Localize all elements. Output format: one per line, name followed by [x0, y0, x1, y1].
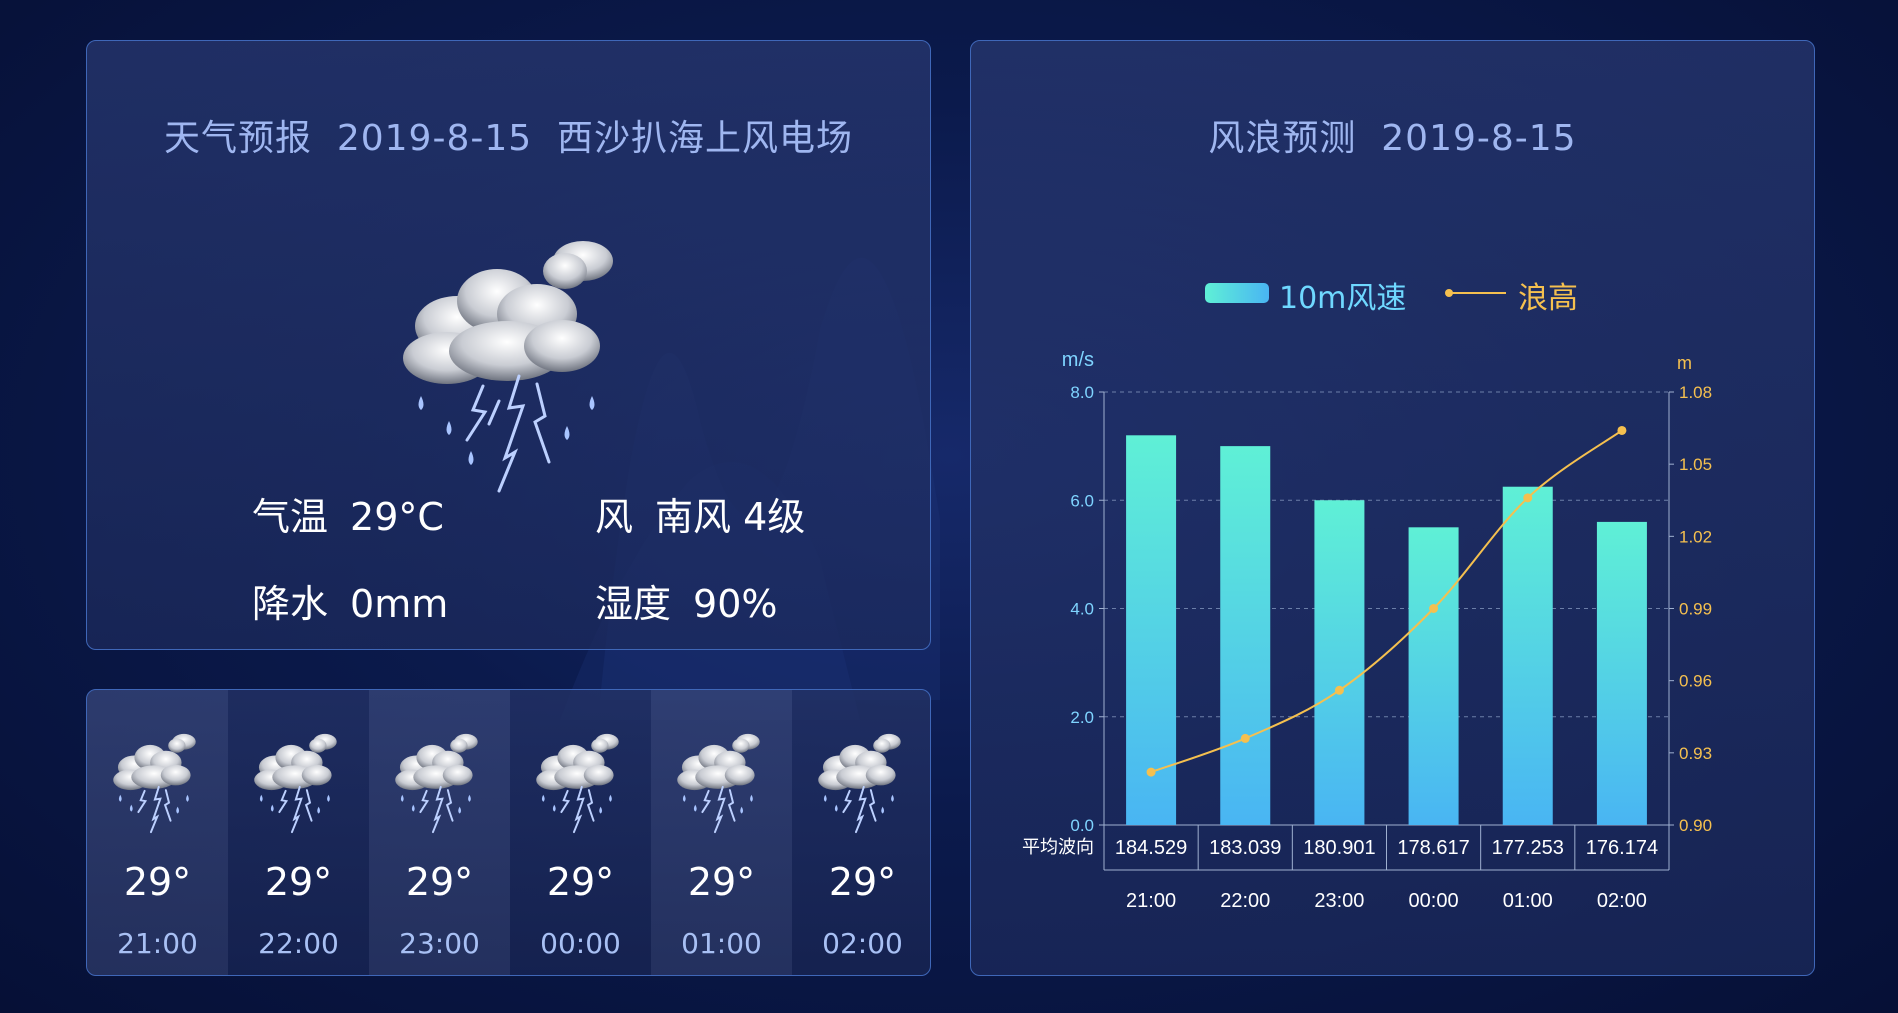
wind-speed-bar — [1596, 521, 1647, 825]
wind-wave-panel: 风浪预测 2019-8-15 10m风速 浪高 0.0 2.0 4.0 6.0 8.0 0… — [970, 40, 1815, 976]
x-tick-label: 22:00 — [1220, 890, 1270, 912]
y-right-tick-label: 0.93 — [1679, 744, 1712, 763]
wind-speed-bar — [1502, 486, 1553, 825]
precipitation-value: 0mm — [350, 582, 449, 626]
temperature-value: 29°C — [350, 495, 444, 539]
table-cell-value: 184.529 — [1115, 837, 1187, 859]
y-left-tick-label: 8.0 — [1070, 383, 1094, 402]
wave-height-point — [1429, 604, 1439, 613]
weather-panel: 天气预报 2019-8-15 西沙扒海上风电场 气温 29°C 风 南风 4级 … — [86, 40, 931, 650]
y-left-unit: m/s — [1062, 349, 1094, 371]
x-tick-label: 00:00 — [1409, 890, 1459, 912]
thunderstorm-icon — [112, 732, 197, 834]
wave-height-point — [1334, 685, 1344, 695]
weather-title: 天气预报 2019-8-15 西沙扒海上风电场 — [163, 118, 854, 159]
hourly-temp: 29° — [405, 860, 474, 904]
wave-height-point — [1146, 767, 1156, 777]
thunderstorm-icon — [676, 732, 761, 834]
y-right-unit: m — [1677, 353, 1692, 373]
wind-speed-bar — [1220, 446, 1271, 825]
hourly-item: 29° 00:00 — [510, 690, 651, 975]
hourly-temp: 29° — [264, 860, 333, 904]
thunderstorm-icon — [817, 732, 902, 834]
thunderstorm-icon — [253, 732, 338, 834]
hourly-time: 02:00 — [822, 927, 903, 960]
y-right-tick-label: 0.90 — [1679, 816, 1712, 835]
hourly-item: 29° 22:00 — [228, 690, 369, 975]
y-right-tick-label: 1.05 — [1679, 455, 1712, 474]
table-cell-value: 176.174 — [1586, 837, 1658, 859]
hourly-time: 21:00 — [117, 927, 198, 960]
wave-height-point — [1523, 493, 1533, 503]
wind-value: 南风 4级 — [655, 495, 806, 539]
hourly-forecast-panel: 29° 21:00 29° 22:00 29° 23:00 29° 00:00 … — [86, 689, 931, 976]
x-tick-label: 21:00 — [1126, 890, 1176, 912]
hourly-time: 01:00 — [681, 927, 762, 960]
x-tick-label: 02:00 — [1597, 890, 1647, 912]
hourly-item: 29° 23:00 — [369, 690, 510, 975]
hourly-time: 23:00 — [399, 927, 480, 960]
humidity-stat: 湿度 90% — [595, 573, 777, 628]
thunderstorm-icon — [403, 241, 613, 493]
wind-wave-chart: 0.0 2.0 4.0 6.0 8.0 0.90 0.93 0.96 0.99 1.02 1.05 1… — [1022, 349, 1712, 912]
hourly-time: 00:00 — [540, 927, 621, 960]
x-tick-label: 23:00 — [1314, 890, 1364, 912]
temperature-label: 气温 — [252, 495, 329, 539]
table-row-label: 平均波向 — [1022, 837, 1094, 858]
thunderstorm-icon — [535, 732, 620, 834]
hourly-temp: 29° — [123, 860, 192, 904]
table-cell-value: 183.039 — [1209, 837, 1281, 859]
y-right-tick-label: 1.08 — [1679, 383, 1712, 402]
y-left-tick-label: 4.0 — [1070, 600, 1094, 619]
x-tick-label: 01:00 — [1503, 890, 1553, 912]
table-cell-value: 177.253 — [1492, 837, 1564, 859]
humidity-label: 湿度 — [595, 582, 672, 626]
y-left-tick-label: 6.0 — [1070, 491, 1094, 510]
table-cell-value: 178.617 — [1397, 837, 1469, 859]
wind-stat: 风南风 4级 — [595, 486, 805, 541]
y-right-tick-label: 1.02 — [1679, 527, 1712, 546]
hourly-temp: 29° — [687, 860, 756, 904]
y-left-tick-label: 0.0 — [1070, 816, 1094, 835]
wind-speed-bar — [1408, 527, 1459, 825]
y-right-tick-label: 0.99 — [1679, 600, 1712, 619]
hourly-item: 29° 21:00 — [87, 690, 228, 975]
y-right-tick-label: 0.96 — [1679, 672, 1712, 691]
humidity-value: 90% — [693, 582, 778, 626]
hourly-item: 29° 02:00 — [792, 690, 930, 975]
wind-label: 风 — [595, 495, 634, 539]
wave-height-point — [1617, 425, 1627, 435]
hourly-item: 29° 01:00 — [651, 690, 792, 975]
precipitation-stat: 降水 0mm — [252, 573, 448, 628]
y-left-tick-label: 2.0 — [1070, 708, 1094, 727]
hourly-temp: 29° — [828, 860, 897, 904]
wind-speed-bar — [1314, 500, 1365, 825]
temperature-stat: 气温 29°C — [252, 486, 444, 541]
hourly-time: 22:00 — [258, 927, 339, 960]
hourly-temp: 29° — [546, 860, 615, 904]
table-cell-value: 180.901 — [1303, 837, 1375, 859]
precipitation-label: 降水 — [252, 582, 329, 626]
wave-height-point — [1240, 733, 1250, 743]
thunderstorm-icon — [394, 732, 479, 834]
